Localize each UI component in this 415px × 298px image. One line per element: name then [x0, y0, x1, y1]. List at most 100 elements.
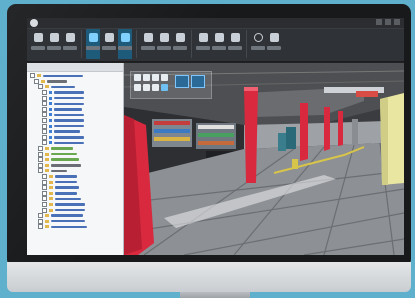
- view-tool-button[interactable]: [63, 29, 77, 59]
- pan-icon[interactable]: [143, 74, 150, 81]
- tree-item-label: [54, 113, 84, 117]
- network-icon: [215, 33, 224, 42]
- checkbox[interactable]: [38, 224, 43, 230]
- red-pillar: [244, 87, 258, 183]
- checkbox[interactable]: [42, 201, 47, 207]
- export-tool-button[interactable]: [267, 29, 281, 59]
- checkbox[interactable]: [42, 118, 47, 124]
- checkbox[interactable]: [30, 73, 35, 79]
- tree-item-label: [54, 96, 84, 100]
- minimize-icon[interactable]: [376, 19, 382, 25]
- snapshot-icon[interactable]: [191, 75, 205, 88]
- checkbox[interactable]: [42, 112, 47, 118]
- model-icon: [49, 124, 52, 128]
- edit-tool-button[interactable]: [141, 29, 155, 59]
- pin-icon: [199, 33, 208, 42]
- walk-icon[interactable]: [161, 74, 168, 81]
- model-tool-button[interactable]: [102, 29, 116, 59]
- orbit-icon[interactable]: [161, 84, 168, 91]
- tree-item-label: [55, 208, 85, 212]
- tree-item-label: [55, 203, 85, 206]
- tree-item-label: [51, 214, 83, 217]
- checkbox[interactable]: [38, 151, 43, 157]
- scene-tool-button[interactable]: [118, 29, 132, 59]
- checkbox[interactable]: [42, 196, 47, 202]
- tool-label: [31, 46, 45, 50]
- model-icon: [49, 96, 52, 100]
- search-tool-button[interactable]: [228, 29, 242, 59]
- checkbox[interactable]: [38, 162, 43, 168]
- panel-header: [27, 63, 123, 72]
- folder-icon: [45, 219, 49, 223]
- checkbox[interactable]: [38, 213, 43, 219]
- tree-item-label: [55, 175, 77, 178]
- maximize-icon[interactable]: [385, 19, 391, 25]
- checkbox[interactable]: [38, 218, 43, 224]
- checkbox[interactable]: [42, 90, 47, 96]
- network-tool-button[interactable]: [212, 29, 226, 59]
- tool-label: [212, 46, 226, 50]
- view-tools-palette: [130, 71, 212, 99]
- checkbox[interactable]: [42, 173, 47, 179]
- tool-label: [173, 46, 187, 50]
- tree-item-label: [51, 85, 75, 89]
- checkbox[interactable]: [42, 106, 47, 112]
- checkbox[interactable]: [42, 123, 47, 129]
- folder-icon: [37, 74, 41, 78]
- 3d-viewport[interactable]: [124, 63, 404, 255]
- tree-item-label: [55, 186, 79, 189]
- checkbox[interactable]: [42, 129, 47, 135]
- select-tool-button[interactable]: [31, 29, 45, 59]
- checkbox[interactable]: [42, 179, 47, 185]
- station-sign: [356, 91, 378, 97]
- checkbox[interactable]: [38, 157, 43, 163]
- main-toolbar: [27, 29, 404, 62]
- rotate-icon[interactable]: [134, 74, 141, 81]
- move-tool-button[interactable]: [47, 29, 61, 59]
- model-icon: [49, 135, 52, 139]
- measure-icon[interactable]: [143, 84, 150, 91]
- layer-tool-button[interactable]: [86, 29, 100, 59]
- tree-item-label: [54, 124, 84, 128]
- checkbox[interactable]: [42, 140, 47, 146]
- tree-item-label: [55, 197, 81, 201]
- tree-item-label: [54, 91, 84, 94]
- checkbox[interactable]: [42, 207, 47, 213]
- window-title: [167, 19, 277, 27]
- folder-icon: [45, 152, 49, 156]
- folder-icon: [49, 202, 53, 206]
- checkbox[interactable]: [42, 101, 47, 107]
- tree-item[interactable]: [27, 224, 123, 230]
- checkbox[interactable]: [38, 84, 43, 90]
- tool-label: [196, 46, 210, 50]
- tree-item-label: [55, 180, 77, 184]
- tool-label: [118, 46, 132, 50]
- location-tool-button[interactable]: [196, 29, 210, 59]
- fly-icon[interactable]: [134, 84, 141, 91]
- zoom-icon[interactable]: [152, 74, 159, 81]
- section-icon[interactable]: [152, 84, 159, 91]
- app-screen: [27, 18, 404, 255]
- checkbox[interactable]: [42, 185, 47, 191]
- camera-view-icon[interactable]: [175, 75, 189, 88]
- ticket-gate: [286, 127, 296, 149]
- tree-item-label: [51, 169, 67, 173]
- checkbox[interactable]: [42, 95, 47, 101]
- checkbox[interactable]: [42, 190, 47, 196]
- close-icon[interactable]: [394, 19, 400, 25]
- flag-tool-button[interactable]: [173, 29, 187, 59]
- home-tool-button[interactable]: [157, 29, 171, 59]
- checkbox[interactable]: [38, 146, 43, 152]
- settings-tool-button[interactable]: [251, 29, 265, 59]
- checkbox[interactable]: [34, 78, 39, 84]
- checkbox[interactable]: [38, 168, 43, 174]
- monitor-stand: [180, 292, 250, 298]
- scene-tree-panel: [27, 63, 124, 255]
- camera-icon: [66, 33, 75, 42]
- checkbox[interactable]: [42, 134, 47, 140]
- yellow-sign: [292, 159, 298, 169]
- folder-icon: [49, 174, 53, 178]
- tool-label: [102, 46, 116, 50]
- tree-item-label: [51, 225, 87, 229]
- folder-icon: [41, 79, 45, 83]
